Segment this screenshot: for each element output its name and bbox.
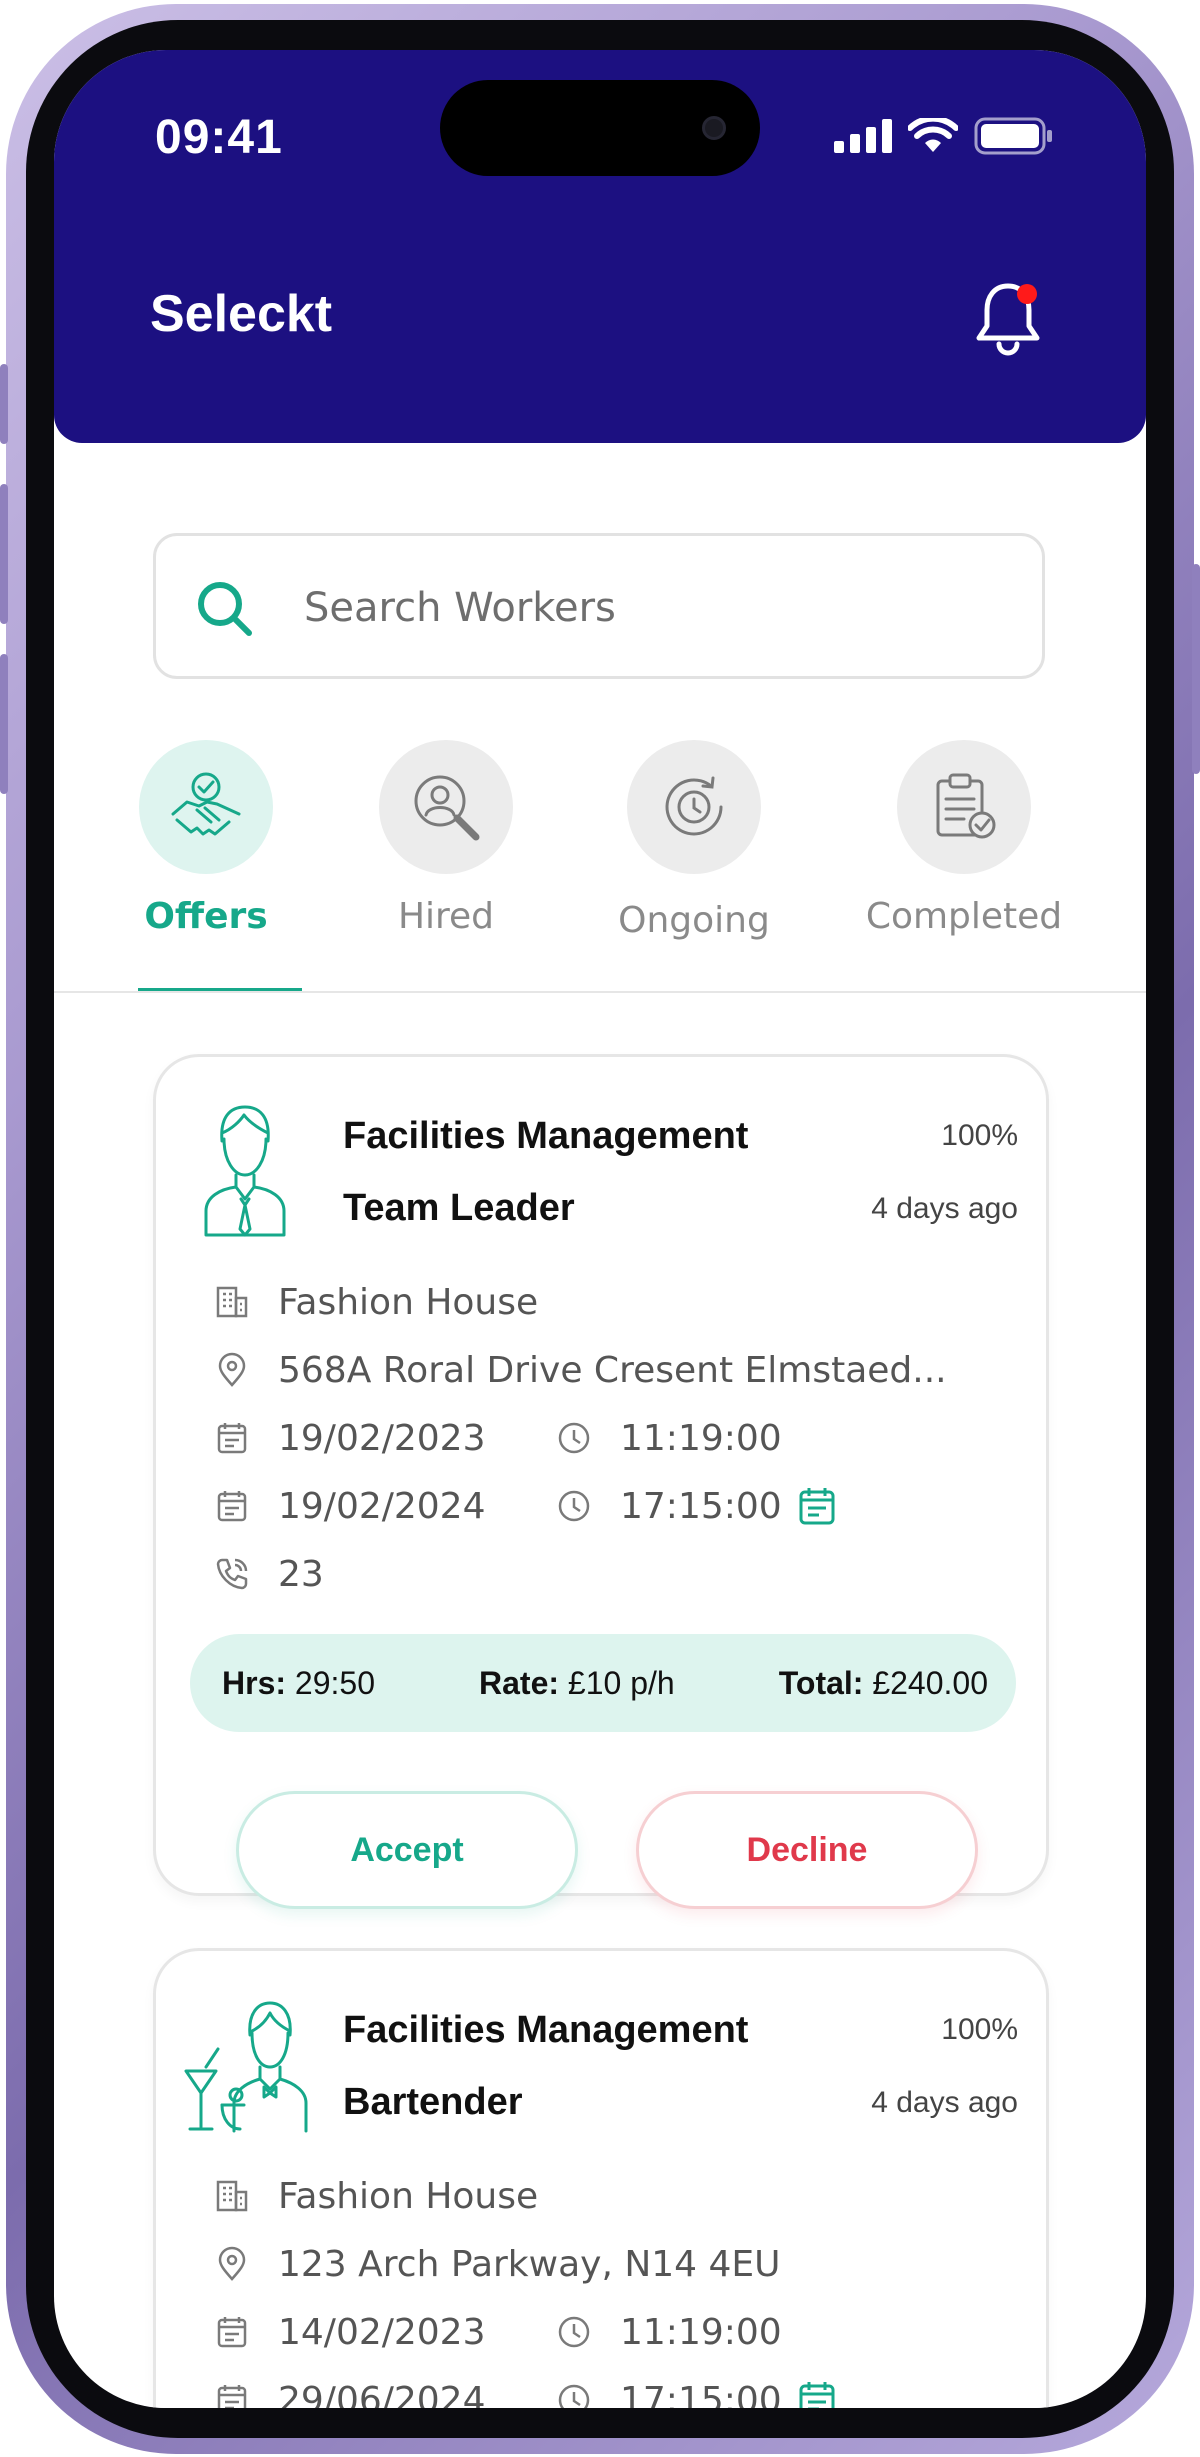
calendar-icon <box>217 2317 247 2348</box>
rate-summary: Rate: £10 p/h <box>479 1664 675 1701</box>
tab-completed[interactable]: Completed <box>864 740 1064 937</box>
venue-row: Fashion House <box>214 2171 538 2221</box>
start-time-row: 11:19:00 <box>556 1413 782 1463</box>
search-box[interactable] <box>153 533 1045 679</box>
offer-end-date: 19/02/2024 <box>278 1485 486 1527</box>
offer-match: 100% <box>941 2013 1018 2046</box>
battery-icon <box>974 117 1052 155</box>
calendar-schedule-icon[interactable] <box>796 2379 838 2408</box>
location-pin-icon <box>218 2246 246 2281</box>
search-input[interactable] <box>304 572 1004 644</box>
address-row: 123 Arch Parkway, N14 4EU <box>214 2239 781 2289</box>
clock-icon <box>558 1490 590 1522</box>
wifi-icon <box>908 118 958 152</box>
phone-icon <box>216 1558 248 1590</box>
tab-hired-circle <box>379 740 513 874</box>
offer-start-time: 11:19:00 <box>620 1417 782 1459</box>
notification-dot <box>1017 284 1037 304</box>
tab-offers-label: Offers <box>144 896 268 937</box>
offer-card[interactable]: Facilities Management Bartender 100% 4 d… <box>153 1948 1049 2408</box>
total-summary: Total: £240.00 <box>778 1664 988 1701</box>
volume-down-button <box>0 654 8 794</box>
notification-bell-icon[interactable] <box>970 280 1046 360</box>
clock-icon <box>558 2384 590 2408</box>
person-search-icon <box>414 775 480 841</box>
clock-icon <box>558 2316 590 2348</box>
start-time-row: 11:19:00 <box>556 2307 782 2357</box>
end-time-row: 17:15:00 <box>556 2375 782 2408</box>
offer-company: Facilities Management <box>343 2009 749 2051</box>
offer-start-date: 19/02/2023 <box>278 1417 486 1459</box>
tab-hired[interactable]: Hired <box>346 740 546 937</box>
calendar-icon <box>217 1423 247 1454</box>
camera-icon <box>702 116 726 140</box>
tabs-divider <box>54 991 1146 993</box>
offer-address: 568A Roral Drive Cresent Elmstaed... <box>278 1349 947 1391</box>
phone-row: 23 <box>214 1549 324 1599</box>
offer-end-date: 29/06/2024 <box>278 2379 486 2409</box>
location-pin-icon <box>218 1352 246 1387</box>
tab-completed-circle <box>897 740 1031 874</box>
clipboard-check-icon <box>936 773 996 839</box>
offer-end-time: 17:15:00 <box>620 1485 782 1527</box>
tab-offers-circle <box>139 740 273 874</box>
calendar-icon <box>217 2385 247 2408</box>
tab-hired-label: Hired <box>397 896 495 937</box>
clock-cycle-icon <box>665 776 723 836</box>
app-title: Seleckt <box>150 285 333 343</box>
offer-role: Bartender <box>343 2081 523 2123</box>
app-screen: 09:41 Seleckt Search Workers Offers Hire… <box>54 50 1146 2408</box>
status-icons <box>834 116 1054 156</box>
offer-posted: 4 days ago <box>871 2086 1018 2119</box>
building-icon <box>216 1286 248 1318</box>
offer-phone: 23 <box>278 1553 324 1595</box>
handshake-icon <box>171 772 241 836</box>
offer-start-date: 14/02/2023 <box>278 2311 486 2353</box>
end-time-row: 17:15:00 <box>556 1481 782 1531</box>
power-button <box>1192 564 1200 774</box>
building-icon <box>216 2180 248 2212</box>
hours-summary: Hrs: 29:50 <box>222 1664 375 1701</box>
offer-posted: 4 days ago <box>871 1192 1018 1225</box>
bartender-avatar-icon <box>184 2001 308 2133</box>
end-date-row: 29/06/2024 <box>214 2375 486 2408</box>
pay-summary: Hrs: 29:50 Rate: £10 p/h Total: £240.00 <box>190 1634 1016 1732</box>
status-time: 09:41 <box>155 111 283 164</box>
tab-ongoing-label: Ongoing <box>618 900 770 941</box>
cellular-signal-icon <box>834 119 892 153</box>
accept-button[interactable]: Accept <box>236 1791 578 1909</box>
tab-offers[interactable]: Offers <box>106 740 306 937</box>
tab-ongoing-circle <box>627 740 761 874</box>
start-date-row: 19/02/2023 <box>214 1413 486 1463</box>
offer-end-time: 17:15:00 <box>620 2379 782 2409</box>
start-date-row: 14/02/2023 <box>214 2307 486 2357</box>
calendar-icon <box>217 1491 247 1522</box>
offer-company: Facilities Management <box>343 1115 749 1157</box>
clock-icon <box>558 1422 590 1454</box>
app-header: 09:41 Seleckt <box>54 50 1146 443</box>
offer-match: 100% <box>941 1119 1018 1152</box>
search-icon <box>198 582 252 636</box>
offer-card[interactable]: Facilities Management Team Leader 100% 4… <box>153 1054 1049 1909</box>
address-row: 568A Roral Drive Cresent Elmstaed... <box>214 1345 947 1395</box>
dynamic-island <box>440 80 760 176</box>
decline-button[interactable]: Decline <box>636 1791 978 1909</box>
calendar-schedule-icon[interactable] <box>796 1485 838 1527</box>
team-leader-avatar-icon <box>204 1105 286 1237</box>
offer-start-time: 11:19:00 <box>620 2311 782 2353</box>
offer-venue: Fashion House <box>278 2175 539 2217</box>
offer-venue: Fashion House <box>278 1281 539 1323</box>
tab-completed-label: Completed <box>865 896 1063 937</box>
volume-up-button <box>0 484 8 624</box>
offer-address: 123 Arch Parkway, N14 4EU <box>278 2243 781 2285</box>
venue-row: Fashion House <box>214 1277 538 1327</box>
end-date-row: 19/02/2024 <box>214 1481 486 1531</box>
tab-ongoing[interactable]: Ongoing <box>594 740 794 941</box>
offer-role: Team Leader <box>343 1187 575 1229</box>
action-button <box>0 364 8 444</box>
